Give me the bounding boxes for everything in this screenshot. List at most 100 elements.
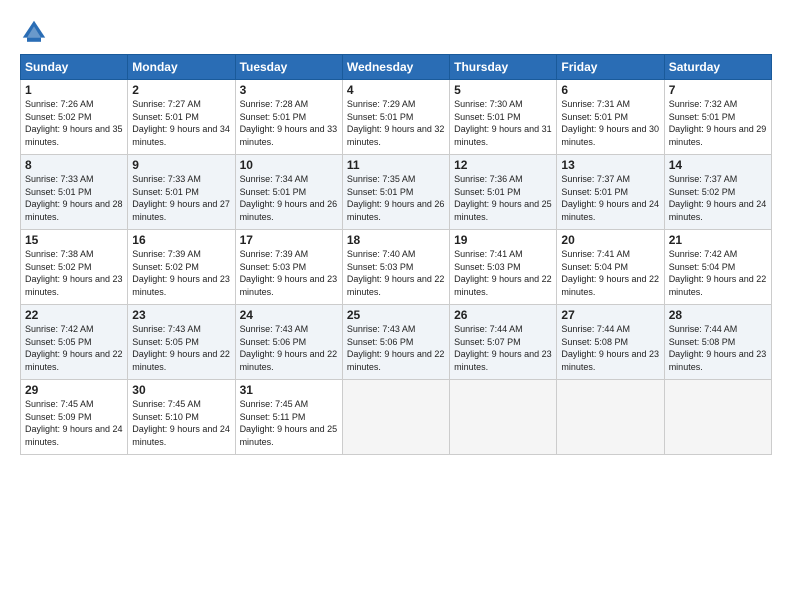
day-number: 17 (240, 233, 338, 247)
table-row: 15 Sunrise: 7:38 AMSunset: 5:02 PMDaylig… (21, 230, 128, 305)
day-number: 9 (132, 158, 230, 172)
day-detail: Sunrise: 7:43 AMSunset: 5:06 PMDaylight:… (347, 324, 445, 372)
table-row: 5 Sunrise: 7:30 AMSunset: 5:01 PMDayligh… (450, 80, 557, 155)
day-detail: Sunrise: 7:44 AMSunset: 5:07 PMDaylight:… (454, 324, 552, 372)
col-thursday: Thursday (450, 55, 557, 80)
col-friday: Friday (557, 55, 664, 80)
day-number: 1 (25, 83, 123, 97)
table-row: 13 Sunrise: 7:37 AMSunset: 5:01 PMDaylig… (557, 155, 664, 230)
day-number: 20 (561, 233, 659, 247)
col-monday: Monday (128, 55, 235, 80)
day-number: 23 (132, 308, 230, 322)
table-row: 3 Sunrise: 7:28 AMSunset: 5:01 PMDayligh… (235, 80, 342, 155)
day-detail: Sunrise: 7:43 AMSunset: 5:05 PMDaylight:… (132, 324, 230, 372)
table-row: 28 Sunrise: 7:44 AMSunset: 5:08 PMDaylig… (664, 305, 771, 380)
day-number: 26 (454, 308, 552, 322)
col-tuesday: Tuesday (235, 55, 342, 80)
calendar-week-row: 29 Sunrise: 7:45 AMSunset: 5:09 PMDaylig… (21, 380, 772, 455)
table-row: 7 Sunrise: 7:32 AMSunset: 5:01 PMDayligh… (664, 80, 771, 155)
calendar-week-row: 8 Sunrise: 7:33 AMSunset: 5:01 PMDayligh… (21, 155, 772, 230)
table-row: 20 Sunrise: 7:41 AMSunset: 5:04 PMDaylig… (557, 230, 664, 305)
day-number: 11 (347, 158, 445, 172)
day-number: 21 (669, 233, 767, 247)
day-number: 16 (132, 233, 230, 247)
day-number: 15 (25, 233, 123, 247)
table-row (450, 380, 557, 455)
table-row: 22 Sunrise: 7:42 AMSunset: 5:05 PMDaylig… (21, 305, 128, 380)
day-detail: Sunrise: 7:35 AMSunset: 5:01 PMDaylight:… (347, 174, 445, 222)
day-detail: Sunrise: 7:39 AMSunset: 5:02 PMDaylight:… (132, 249, 230, 297)
table-row: 2 Sunrise: 7:27 AMSunset: 5:01 PMDayligh… (128, 80, 235, 155)
day-detail: Sunrise: 7:44 AMSunset: 5:08 PMDaylight:… (561, 324, 659, 372)
table-row: 16 Sunrise: 7:39 AMSunset: 5:02 PMDaylig… (128, 230, 235, 305)
table-row: 6 Sunrise: 7:31 AMSunset: 5:01 PMDayligh… (557, 80, 664, 155)
table-row: 8 Sunrise: 7:33 AMSunset: 5:01 PMDayligh… (21, 155, 128, 230)
day-detail: Sunrise: 7:40 AMSunset: 5:03 PMDaylight:… (347, 249, 445, 297)
day-detail: Sunrise: 7:41 AMSunset: 5:04 PMDaylight:… (561, 249, 659, 297)
day-detail: Sunrise: 7:38 AMSunset: 5:02 PMDaylight:… (25, 249, 123, 297)
day-number: 3 (240, 83, 338, 97)
table-row: 30 Sunrise: 7:45 AMSunset: 5:10 PMDaylig… (128, 380, 235, 455)
table-row (664, 380, 771, 455)
table-row: 29 Sunrise: 7:45 AMSunset: 5:09 PMDaylig… (21, 380, 128, 455)
day-number: 5 (454, 83, 552, 97)
day-number: 10 (240, 158, 338, 172)
day-number: 31 (240, 383, 338, 397)
day-detail: Sunrise: 7:39 AMSunset: 5:03 PMDaylight:… (240, 249, 338, 297)
day-detail: Sunrise: 7:28 AMSunset: 5:01 PMDaylight:… (240, 99, 338, 147)
day-number: 27 (561, 308, 659, 322)
day-detail: Sunrise: 7:33 AMSunset: 5:01 PMDaylight:… (25, 174, 123, 222)
table-row: 23 Sunrise: 7:43 AMSunset: 5:05 PMDaylig… (128, 305, 235, 380)
day-number: 6 (561, 83, 659, 97)
day-number: 18 (347, 233, 445, 247)
calendar-week-row: 15 Sunrise: 7:38 AMSunset: 5:02 PMDaylig… (21, 230, 772, 305)
table-row: 27 Sunrise: 7:44 AMSunset: 5:08 PMDaylig… (557, 305, 664, 380)
day-detail: Sunrise: 7:43 AMSunset: 5:06 PMDaylight:… (240, 324, 338, 372)
header (20, 18, 772, 46)
day-number: 12 (454, 158, 552, 172)
table-row: 25 Sunrise: 7:43 AMSunset: 5:06 PMDaylig… (342, 305, 449, 380)
calendar-header-row: Sunday Monday Tuesday Wednesday Thursday… (21, 55, 772, 80)
day-detail: Sunrise: 7:30 AMSunset: 5:01 PMDaylight:… (454, 99, 552, 147)
col-wednesday: Wednesday (342, 55, 449, 80)
table-row: 12 Sunrise: 7:36 AMSunset: 5:01 PMDaylig… (450, 155, 557, 230)
table-row: 1 Sunrise: 7:26 AMSunset: 5:02 PMDayligh… (21, 80, 128, 155)
page: Sunday Monday Tuesday Wednesday Thursday… (0, 0, 792, 612)
col-sunday: Sunday (21, 55, 128, 80)
table-row: 18 Sunrise: 7:40 AMSunset: 5:03 PMDaylig… (342, 230, 449, 305)
day-number: 30 (132, 383, 230, 397)
day-number: 22 (25, 308, 123, 322)
day-detail: Sunrise: 7:42 AMSunset: 5:04 PMDaylight:… (669, 249, 767, 297)
col-saturday: Saturday (664, 55, 771, 80)
table-row: 9 Sunrise: 7:33 AMSunset: 5:01 PMDayligh… (128, 155, 235, 230)
day-detail: Sunrise: 7:26 AMSunset: 5:02 PMDaylight:… (25, 99, 123, 147)
table-row: 31 Sunrise: 7:45 AMSunset: 5:11 PMDaylig… (235, 380, 342, 455)
day-detail: Sunrise: 7:29 AMSunset: 5:01 PMDaylight:… (347, 99, 445, 147)
day-detail: Sunrise: 7:45 AMSunset: 5:11 PMDaylight:… (240, 399, 338, 447)
day-number: 14 (669, 158, 767, 172)
table-row (342, 380, 449, 455)
day-detail: Sunrise: 7:34 AMSunset: 5:01 PMDaylight:… (240, 174, 338, 222)
table-row: 10 Sunrise: 7:34 AMSunset: 5:01 PMDaylig… (235, 155, 342, 230)
day-detail: Sunrise: 7:37 AMSunset: 5:02 PMDaylight:… (669, 174, 767, 222)
table-row: 26 Sunrise: 7:44 AMSunset: 5:07 PMDaylig… (450, 305, 557, 380)
day-number: 7 (669, 83, 767, 97)
day-detail: Sunrise: 7:41 AMSunset: 5:03 PMDaylight:… (454, 249, 552, 297)
day-number: 13 (561, 158, 659, 172)
day-detail: Sunrise: 7:33 AMSunset: 5:01 PMDaylight:… (132, 174, 230, 222)
day-detail: Sunrise: 7:36 AMSunset: 5:01 PMDaylight:… (454, 174, 552, 222)
table-row: 17 Sunrise: 7:39 AMSunset: 5:03 PMDaylig… (235, 230, 342, 305)
calendar-table: Sunday Monday Tuesday Wednesday Thursday… (20, 54, 772, 455)
table-row: 24 Sunrise: 7:43 AMSunset: 5:06 PMDaylig… (235, 305, 342, 380)
day-number: 19 (454, 233, 552, 247)
table-row (557, 380, 664, 455)
day-detail: Sunrise: 7:32 AMSunset: 5:01 PMDaylight:… (669, 99, 767, 147)
day-detail: Sunrise: 7:27 AMSunset: 5:01 PMDaylight:… (132, 99, 230, 147)
logo-icon (20, 18, 48, 46)
day-number: 8 (25, 158, 123, 172)
table-row: 4 Sunrise: 7:29 AMSunset: 5:01 PMDayligh… (342, 80, 449, 155)
day-number: 4 (347, 83, 445, 97)
day-number: 24 (240, 308, 338, 322)
day-detail: Sunrise: 7:45 AMSunset: 5:10 PMDaylight:… (132, 399, 230, 447)
day-detail: Sunrise: 7:37 AMSunset: 5:01 PMDaylight:… (561, 174, 659, 222)
